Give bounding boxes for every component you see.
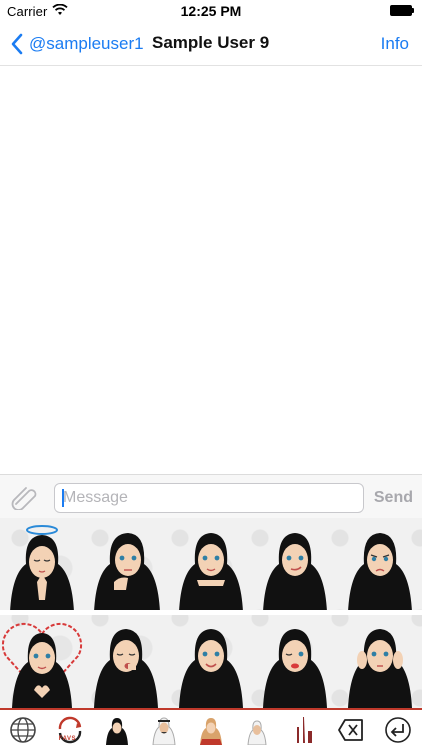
heart-hands-girl-sticker[interactable] <box>0 616 84 708</box>
thinking-girl-sticker[interactable] <box>84 520 168 612</box>
favs-label: FAVS <box>58 736 77 742</box>
kid-icon <box>247 720 267 745</box>
kissing-girl-sticker[interactable] <box>253 616 337 708</box>
return-button[interactable] <box>374 710 421 750</box>
text-cursor <box>62 489 64 507</box>
sticker-row-divider <box>0 610 422 615</box>
conversation-title: Sample User 9 <box>152 33 270 52</box>
globe-button[interactable] <box>0 710 47 750</box>
hijab-woman-category[interactable] <box>94 710 141 750</box>
arab-man-icon <box>152 717 176 745</box>
sticker-row <box>0 616 422 708</box>
hijab-woman-icon <box>105 718 128 745</box>
paperclip-icon[interactable] <box>10 484 42 510</box>
sticker-row <box>0 520 422 612</box>
navigation-bar: @sampleuser1 Sample User 9 Info <box>0 22 422 66</box>
message-input[interactable] <box>54 483 364 513</box>
info-button[interactable]: Info <box>381 34 409 54</box>
covering-ears-girl-sticker[interactable] <box>338 616 422 708</box>
message-composer: Send <box>0 474 422 518</box>
delete-button[interactable] <box>328 710 375 750</box>
return-icon <box>384 717 411 743</box>
yawning-girl-sticker[interactable] <box>84 616 168 708</box>
hijab-woman-light-icon <box>199 718 222 745</box>
sticker-category-bar: FAVS <box>0 710 422 750</box>
chin-rest-girl-sticker[interactable] <box>169 520 253 612</box>
message-list[interactable] <box>0 67 422 474</box>
city-skyline-category[interactable] <box>281 710 328 750</box>
halo-praying-girl-sticker[interactable] <box>0 520 84 612</box>
status-bar: Carrier 12:25 PM <box>0 0 422 22</box>
globe-icon <box>10 717 37 743</box>
arab-man-category[interactable] <box>140 710 187 750</box>
back-button-label: @sampleuser1 <box>29 34 144 53</box>
clock: 12:25 PM <box>180 3 242 19</box>
chevron-left-icon <box>11 33 23 55</box>
smiling-girl-sticker[interactable] <box>169 616 253 708</box>
sad-girl-sticker[interactable] <box>338 520 422 612</box>
smirking-girl-sticker[interactable] <box>253 520 337 612</box>
sticker-keyboard <box>0 518 422 708</box>
send-button[interactable]: Send <box>374 489 413 507</box>
delete-icon <box>338 719 363 741</box>
favs-button[interactable]: FAVS <box>47 710 94 750</box>
city-skyline-icon <box>297 717 313 743</box>
kid-category[interactable] <box>234 710 281 750</box>
battery-icon <box>390 5 415 16</box>
back-button[interactable]: @sampleuser1 <box>10 32 144 56</box>
hijab-woman-light-category[interactable] <box>187 710 234 750</box>
